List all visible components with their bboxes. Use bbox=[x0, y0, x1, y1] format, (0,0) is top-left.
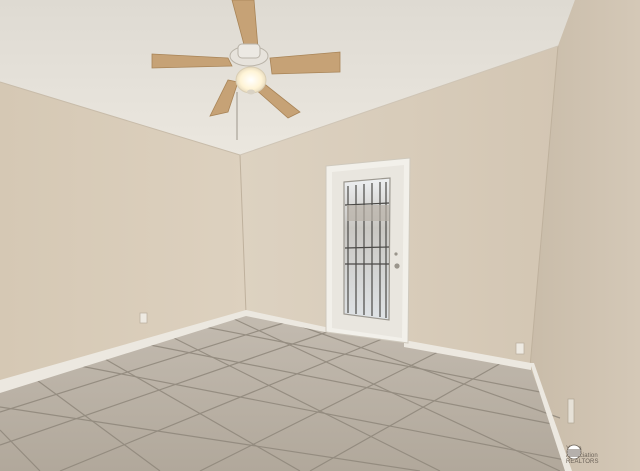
watermark: Yuma Association REALTORS bbox=[566, 444, 638, 468]
fan-light bbox=[235, 66, 267, 94]
watermark-line-3: REALTORS bbox=[566, 459, 599, 466]
association-logo-icon bbox=[566, 444, 582, 460]
glass-door[interactable] bbox=[325, 157, 411, 344]
room-scene bbox=[0, 0, 640, 471]
outlet-right bbox=[567, 398, 575, 424]
outlet-back bbox=[515, 342, 525, 355]
door-handle[interactable] bbox=[394, 263, 400, 269]
room-photo: Yuma Association REALTORS bbox=[0, 0, 640, 471]
outlet-left bbox=[139, 312, 148, 324]
